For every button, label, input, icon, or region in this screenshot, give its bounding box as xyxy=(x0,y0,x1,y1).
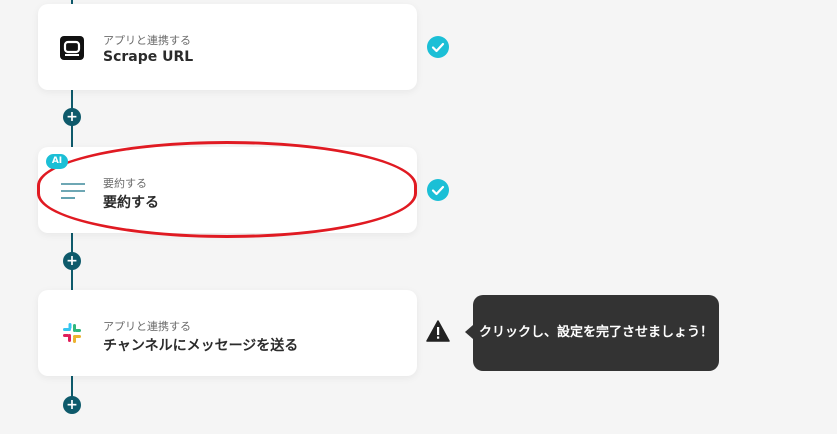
step-subtitle: アプリと連携する xyxy=(103,320,191,333)
warning-icon xyxy=(426,320,450,342)
step-card-summarize[interactable]: 要約する 要約する xyxy=(38,147,417,233)
check-icon xyxy=(427,36,449,58)
add-step-button[interactable]: + xyxy=(63,396,81,414)
step-title: Scrape URL xyxy=(103,49,194,65)
add-step-button[interactable]: + xyxy=(63,108,81,126)
add-step-button[interactable]: + xyxy=(63,252,81,270)
summarize-lines-icon xyxy=(60,179,85,203)
ai-badge: AI xyxy=(46,154,68,169)
slack-icon xyxy=(60,321,84,345)
setup-tooltip: クリックし、設定を完了させましょう！ xyxy=(473,295,719,371)
step-title: チャンネルにメッセージを送る xyxy=(103,338,299,354)
step-subtitle: アプリと連携する xyxy=(103,34,191,47)
step-title: 要約する xyxy=(103,195,159,211)
scrape-url-app-icon xyxy=(60,36,84,60)
step-subtitle: 要約する xyxy=(103,177,147,190)
check-icon xyxy=(427,179,449,201)
step-card-slack-message[interactable]: アプリと連携する チャンネルにメッセージを送る xyxy=(38,290,417,376)
step-card-scrape-url[interactable]: アプリと連携する Scrape URL xyxy=(38,4,417,90)
tooltip-arrow xyxy=(465,325,473,339)
